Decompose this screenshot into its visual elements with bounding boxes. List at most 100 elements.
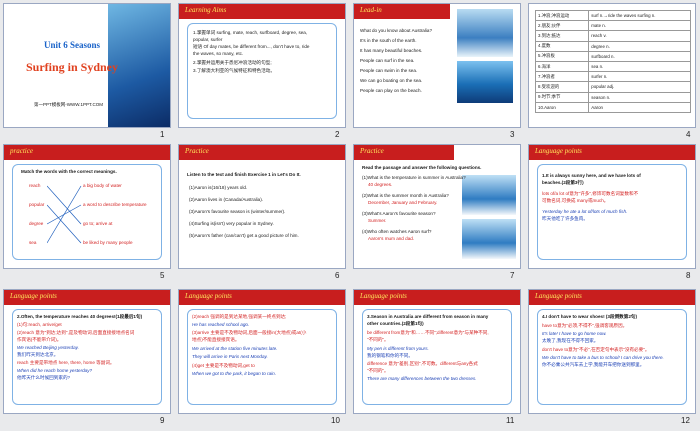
slide-thumbnail-2[interactable]: Learning Aims 1.掌握单词 surfing, mate, reac… (178, 3, 346, 128)
text-line: (4)get 主要是不及物动词,get to (192, 363, 255, 368)
text-line: When did he reach home yesterday? (17, 368, 93, 373)
text-line: Language points (535, 147, 582, 155)
text-line: 可数名词,可换成 many或much。 (542, 198, 609, 203)
slide-thumbnail-3[interactable]: Lead-in What do you know about Australia… (353, 3, 521, 128)
text-line: (2)reach 强调的是到达某地,强调某一终点到达; (192, 314, 287, 319)
text-line: Language points (185, 292, 232, 300)
text-line: a big body of water (83, 183, 122, 188)
slide-11-header: Language points (354, 290, 520, 305)
text-line: We can go boating on the sea. (360, 78, 423, 83)
text-line: We don't have to take a bus to school! I… (542, 355, 664, 360)
slide-thumbnail-8[interactable]: Language points 1.It is always sunny her… (528, 144, 696, 269)
text-line: 40 degrees. (368, 182, 393, 187)
slide-number-2: 2 (335, 130, 340, 139)
text-line: go to; arrive at (83, 221, 113, 226)
slide-5-header: practice (4, 145, 170, 160)
slide-thumbnail-1[interactable]: Unit 6 Seasons Surfing in Sydney 第一PPT模板… (3, 3, 171, 128)
text-line: Language points (10, 292, 57, 300)
text-line: They will arrive in Paris next Monday. (192, 354, 268, 359)
text-line: be liked by many people (83, 240, 133, 245)
text-line: (5)Aaron's father (can/can't) get a good… (189, 233, 299, 238)
text-line: Listen to the text and finish Exercise 1… (187, 172, 301, 177)
text-line: (3)arrive 主要是不及物动词,后面一般接in(大地点)或at(小 (192, 330, 307, 335)
slide-thumbnail-5[interactable]: practice Match the words with the correc… (3, 144, 171, 269)
text-line: 地点)不能直接接宾语。 (192, 337, 240, 342)
passage-photo-2 (462, 219, 516, 259)
slide-number-3: 3 (510, 130, 515, 139)
text-line: the waves, so many, etc. (193, 51, 244, 56)
text-line: mate n. (588, 20, 691, 32)
slide-6-header: Practice (179, 145, 345, 160)
slide-8-header: Language points (529, 145, 695, 160)
slide-number-5: 5 (160, 271, 165, 280)
text-line: Practice (185, 147, 209, 155)
slide-thumbnail-4[interactable]: 1.冲浪;冲浪运动 surf n.→ride the waves surfing … (528, 3, 696, 128)
slide-number-9: 9 (160, 416, 165, 425)
text-line: 1.掌握单词 surfing, mate, reach, surfboard, … (193, 30, 308, 35)
text-line: (4)Surfing is(isn't) very popular in Syd… (189, 221, 274, 226)
text-line: What do you know about Australia? (360, 28, 433, 33)
slide-10-body: (2)reach 强调的是到达某地,强调某一终点到达; He has reach… (187, 309, 337, 405)
text-line: sea (29, 240, 37, 245)
text-line: difference 意为"差别,区别",不可数。different与any各式 (367, 361, 478, 366)
text-line: 我们昨天到达北京。 (17, 352, 59, 357)
text-line: reach 主要是带地点 here, there, home 等副词。 (17, 360, 115, 365)
slide-thumbnail-7[interactable]: Practice Read the passage and answer the… (353, 144, 521, 269)
slide-thumbnail-11[interactable]: Language points 3.Season in Australia ar… (353, 289, 521, 414)
text-line: popular, surfer (193, 37, 223, 42)
text-line: Practice (360, 147, 384, 155)
text-line: 2.Often, the temperature reaches 40 degr… (17, 314, 143, 319)
text-line: Lead-in (360, 6, 382, 14)
text-line: surfer n. (588, 71, 691, 83)
text-line: It's in the south of the earth. (360, 38, 417, 43)
text-line: (1)Aaron is(16/18) years old. (189, 185, 248, 190)
slide-11-body: 3.Season in Australia are different from… (362, 309, 512, 405)
text-line: 3.到达;抵达 (534, 30, 590, 42)
text-line: Read the passage and answer the followin… (362, 165, 482, 170)
slide-thumbnail-9[interactable]: Language points 2.Often, the temperature… (3, 289, 171, 414)
text-line: reach (29, 183, 41, 188)
text-line: degree n. (588, 40, 691, 52)
slide-number-4: 4 (686, 130, 691, 139)
slide-thumbnail-6[interactable]: Practice Listen to the text and finish E… (178, 144, 346, 269)
slide-2-body: 1.掌握单词 surfing, mate, reach, surfboard, … (187, 23, 337, 119)
text-line: We arrived at the station five minutes l… (192, 346, 278, 351)
slide-number-12: 12 (681, 416, 690, 425)
slide-8-body: 1.It is always sunny here, and we have l… (537, 164, 687, 260)
text-line: 10.Aaron (534, 101, 590, 113)
text-line: 1.冲浪;冲浪运动 (534, 9, 590, 22)
text-line: People can play on the beach. (360, 88, 422, 93)
matching-lines (47, 185, 82, 244)
text-line: "不同的"。 (367, 368, 389, 373)
slide-1-subtitle: Surfing in Sydney (25, 60, 119, 74)
slide-3-header: Lead-in (354, 4, 451, 19)
text-line: My pen is different from yours. (367, 346, 429, 351)
slide-1-footer: 第一PPT模板网-WWW.1PPT.COM (34, 102, 103, 107)
text-line: We reached Beijing yesterday. (17, 345, 79, 350)
slide-7-header: Practice (354, 145, 454, 160)
text-line: Match the words with the correct meaning… (21, 169, 117, 174)
text-line: be different from意为"和……不同";different意为"与… (367, 330, 489, 335)
text-line: 4.I don't have to wear shoes! (3段倒数第2句) (542, 314, 638, 319)
slide-number-7: 7 (510, 271, 515, 280)
vocabulary-table: 1.冲浪;冲浪运动 surf n.→ride the waves surfing … (534, 9, 691, 113)
text-line: 作宾语(不能带介词)。 (17, 337, 62, 342)
text-line: 9.时节;季节 (534, 91, 590, 103)
text-line: People can surf in the sea. (360, 58, 415, 63)
slide-number-11: 11 (506, 416, 515, 425)
slide-thumbnail-10[interactable]: Language points (2)reach 强调的是到达某地,强调某一终点… (178, 289, 346, 414)
text-line: 3.Season in Australia are different from… (367, 314, 489, 319)
passage-photo-1 (462, 175, 516, 215)
surfer-photo (456, 8, 514, 58)
slide-12-header: Language points (529, 290, 695, 305)
text-line: 我的钢笔和你的不同。 (367, 353, 413, 358)
text-line: 3.了解澳大利亚的气候特征和特色活动。 (193, 68, 275, 73)
text-line: 2.掌握并运用关于悉尼冲浪活动的句型; (193, 60, 272, 65)
text-line: December, January and February. (368, 200, 438, 205)
sydney-beach-photo (456, 60, 514, 104)
slide-number-1: 1 (160, 130, 165, 139)
slide-9-body: 2.Often, the temperature reaches 40 degr… (12, 309, 162, 405)
text-line: (2)Aaron lives in (Canada/Australia). (189, 197, 264, 202)
slide-thumbnail-12[interactable]: Language points 4.I don't have to wear s… (528, 289, 696, 414)
text-line: Language points (360, 292, 407, 300)
